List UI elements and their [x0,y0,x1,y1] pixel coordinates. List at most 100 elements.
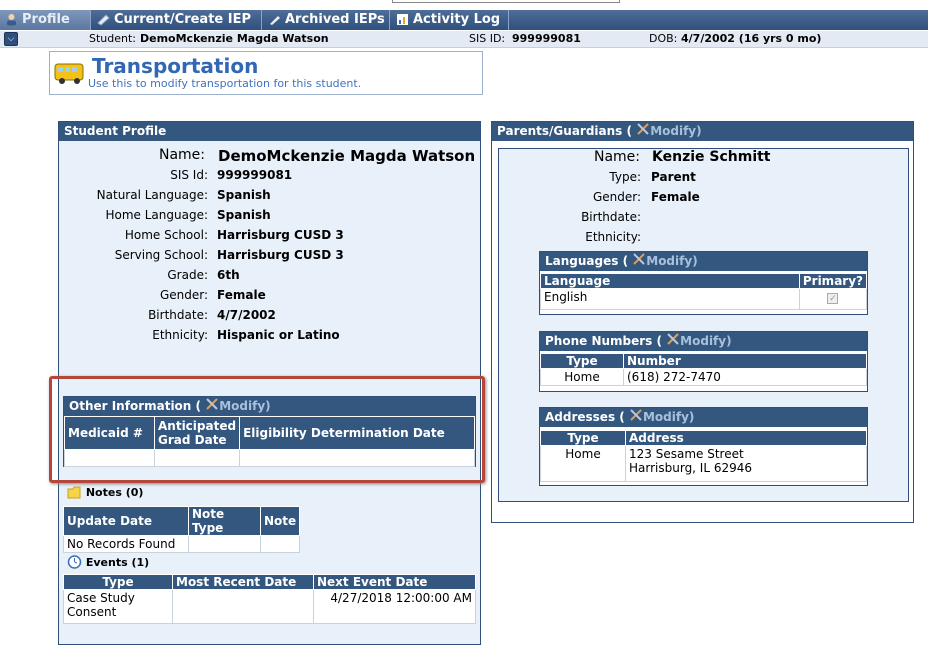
field-row: Grade: 6th [58,268,239,286]
tools-icon [206,398,218,410]
tools-icon [637,123,649,135]
languages-table: Language Primary? English ✓ [540,273,868,310]
column-header: Note Type [188,506,261,536]
field-row: Birthdate: 4/7/2002 [58,308,276,326]
addresses-header: Addresses ( Modify) [540,408,867,427]
parents-guardians-title: Parents/Guardians ( [497,124,632,138]
field-value: DemoMckenzie Magda Watson [218,147,476,165]
field-value: Parent [651,170,696,184]
tab-archived-ieps[interactable]: Archived IEPs [263,10,390,30]
student-profile-title: Student Profile [59,122,480,141]
parents-guardians-header: Parents/Guardians ( Modify) [492,122,913,141]
addresses-section: Addresses ( Modify) Type Address Home 12… [539,407,868,486]
column-header: Type [540,353,624,369]
column-header: Most Recent Date [172,574,314,590]
other-information-table: Medicaid # Anticipated Grad Date Eligibi… [64,416,475,467]
field-row: Serving School: Harrisburg CUSD 3 [58,248,344,266]
field-value: Female [217,288,266,302]
notes-table: Update Date Note Type Note No Records Fo… [63,506,301,553]
column-header: Language [540,273,800,289]
table-cell [188,535,261,553]
field-label: SIS Id: [170,168,208,182]
tools-icon [630,409,642,421]
field-row: Ethnicity: [491,230,641,248]
events-title: Events (1) [85,556,150,569]
field-label: Natural Language: [96,188,208,202]
folder-icon [67,486,81,499]
table-row: No Records Found [63,535,301,553]
event-type: Case Study Consent [63,589,173,624]
field-label: Grade: [167,268,208,282]
language-value: English [540,288,800,310]
field-value: 999999081 [217,168,293,182]
student-name: DemoMckenzie Magda Watson [140,32,329,45]
page-subtitle: Use this to modify transportation for th… [88,77,362,90]
column-header: Update Date [63,506,189,536]
addresses-title: Addresses ( [545,410,625,424]
tab-profile[interactable]: Profile [0,10,91,30]
student-label: Student: [89,32,137,45]
modify-link[interactable]: Modify [201,398,265,413]
top-edge-element [392,0,620,3]
modify-link[interactable]: Modify [628,253,692,268]
address-cell: 123 Sesame Street Harrisburg, IL 62946 [625,445,867,482]
field-label: Ethnicity: [585,230,641,244]
addresses-table: Type Address Home 123 Sesame Street Harr… [540,430,867,482]
field-label: Ethnicity: [152,328,208,342]
field-row: Gender: Female [58,288,266,306]
tab-activity-log[interactable]: Activity Log [391,10,509,30]
modify-link[interactable]: Modify [662,333,726,348]
field-label: Gender: [159,288,208,302]
student-profile-fields: Name: DemoMckenzie Magda Watson SIS Id: … [58,147,481,347]
events-header: Events (1) [67,555,149,569]
field-value: Female [651,190,700,204]
column-header: Number [623,353,867,369]
field-value: Hispanic or Latino [217,328,340,342]
table-row [64,449,475,467]
student-info-bar: ⌵ Student: DemoMckenzie Magda Watson SIS… [0,31,928,48]
column-header: Medicaid # [64,416,155,450]
empty-message: No Records Found [63,535,189,553]
column-header: Address [625,430,867,446]
page-title: Transportation [92,54,259,78]
languages-header: Languages ( Modify) [540,252,867,271]
modify-link[interactable]: Modify [625,409,689,424]
dob-value: 4/7/2002 (16 yrs 0 mo) [681,32,822,45]
tools-icon [633,253,645,265]
field-label: Home School: [124,228,208,242]
primary-cell: ✓ [798,288,868,310]
event-recent-date [172,589,314,624]
table-row: Home 123 Sesame Street Harrisburg, IL 62… [540,445,867,482]
field-value: Harrisburg CUSD 3 [217,228,344,242]
field-label: Gender: [592,190,641,204]
tab-current-create-iep[interactable]: Current/Create IEP [92,10,262,30]
field-row: Gender: Female [491,190,700,208]
field-row: Ethnicity: Hispanic or Latino [58,328,339,346]
phone-numbers-table: Type Number Home (618) 272-7470 [540,353,867,386]
collapse-chevron-icon[interactable]: ⌵ [4,32,18,46]
field-label: Home Language: [105,208,208,222]
field-value: Kenzie Schmitt [652,149,771,165]
languages-section: Languages ( Modify) Language Primary? En… [539,251,868,315]
table-cell [239,449,475,467]
tab-label: Profile [22,12,70,27]
table-cell [64,449,155,467]
field-value: Spanish [217,188,271,202]
phone-numbers-title: Phone Numbers ( [545,334,662,348]
field-label: Serving School: [114,248,208,262]
sis-value: 999999081 [512,32,581,45]
address-type: Home [540,445,626,482]
table-cell [153,449,241,467]
primary-checkbox[interactable]: ✓ [827,293,839,304]
dob-label: DOB: [649,32,678,45]
table-row: Case Study Consent 4/27/2018 12:00:00 AM [63,589,476,624]
column-header: Next Event Date [313,574,476,590]
column-header: Type [63,574,173,590]
modify-link[interactable]: Modify [632,123,696,138]
column-header: Anticipated Grad Date [153,416,241,450]
languages-title: Languages ( [545,254,629,268]
field-row: Natural Language: Spanish [58,188,271,206]
phone-number: (618) 272-7470 [623,368,867,386]
field-row: SIS Id: 999999081 [58,168,292,186]
other-information-header: Other Information ( Modify) [64,397,475,416]
